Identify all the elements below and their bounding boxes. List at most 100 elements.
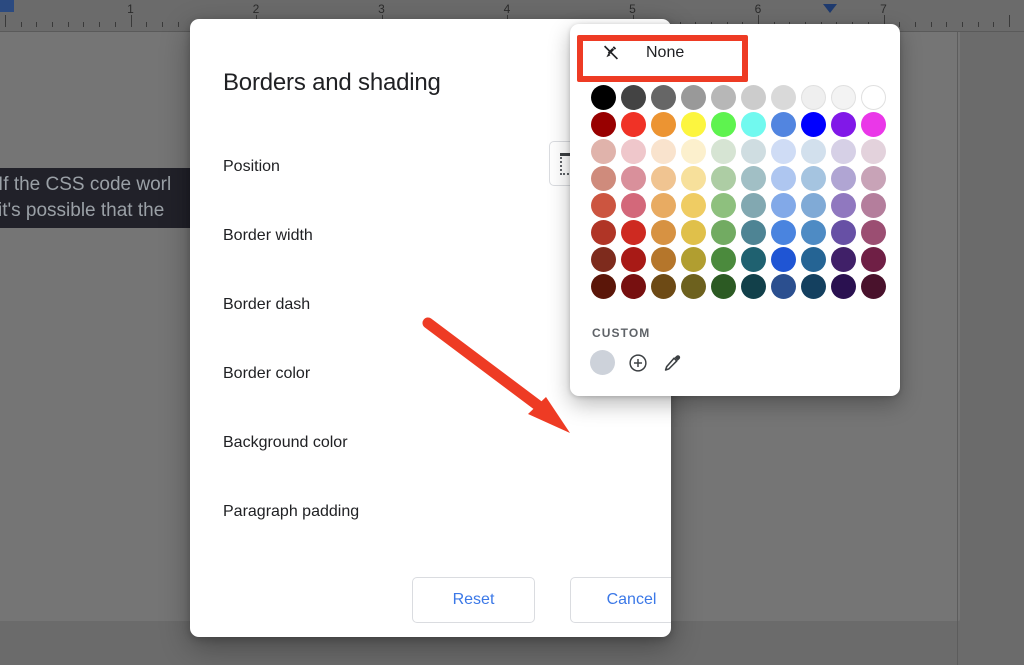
color-swatch-cell[interactable] [618, 84, 648, 111]
color-swatch-cell[interactable] [768, 138, 798, 165]
color-swatch-cell[interactable] [708, 192, 738, 219]
color-swatch[interactable] [801, 220, 826, 245]
color-swatch[interactable] [741, 220, 766, 245]
color-swatch-cell[interactable] [858, 273, 888, 300]
color-swatch[interactable] [651, 247, 676, 272]
color-swatch-cell[interactable] [588, 138, 618, 165]
color-swatch-cell[interactable] [678, 138, 708, 165]
color-swatch[interactable] [681, 112, 706, 137]
color-swatch-cell[interactable] [798, 165, 828, 192]
color-swatch-cell[interactable] [648, 246, 678, 273]
color-swatch-cell[interactable] [738, 246, 768, 273]
cancel-button[interactable]: Cancel [570, 577, 671, 623]
color-swatch[interactable] [831, 85, 856, 110]
color-swatch-cell[interactable] [588, 165, 618, 192]
color-swatch[interactable] [591, 247, 616, 272]
color-swatch[interactable] [861, 85, 886, 110]
color-swatch[interactable] [651, 112, 676, 137]
color-swatch-cell[interactable] [858, 165, 888, 192]
color-swatch-cell[interactable] [678, 219, 708, 246]
color-swatch-cell[interactable] [828, 246, 858, 273]
color-swatch[interactable] [831, 220, 856, 245]
color-swatch-cell[interactable] [618, 246, 648, 273]
color-swatch[interactable] [801, 247, 826, 272]
color-swatch-cell[interactable] [618, 192, 648, 219]
color-swatch[interactable] [711, 247, 736, 272]
color-swatch-cell[interactable] [738, 111, 768, 138]
color-swatch[interactable] [801, 112, 826, 137]
color-swatch-cell[interactable] [648, 138, 678, 165]
color-swatch[interactable] [681, 166, 706, 191]
color-swatch[interactable] [651, 193, 676, 218]
color-swatch-cell[interactable] [828, 84, 858, 111]
color-swatch-cell[interactable] [828, 273, 858, 300]
color-swatch[interactable] [771, 247, 796, 272]
color-swatch-cell[interactable] [828, 219, 858, 246]
color-swatch-cell[interactable] [588, 246, 618, 273]
color-swatch-cell[interactable] [768, 192, 798, 219]
color-swatch[interactable] [831, 139, 856, 164]
color-swatch-cell[interactable] [708, 246, 738, 273]
color-swatch-cell[interactable] [798, 111, 828, 138]
color-swatch-cell[interactable] [768, 111, 798, 138]
color-swatch-cell[interactable] [858, 219, 888, 246]
color-swatch[interactable] [711, 139, 736, 164]
color-swatch[interactable] [621, 193, 646, 218]
color-swatch-cell[interactable] [618, 273, 648, 300]
color-swatch-cell[interactable] [768, 165, 798, 192]
color-swatch[interactable] [741, 247, 766, 272]
color-swatch-cell[interactable] [828, 192, 858, 219]
color-swatch[interactable] [621, 274, 646, 299]
color-swatch[interactable] [801, 193, 826, 218]
color-swatch-cell[interactable] [768, 84, 798, 111]
color-swatch-cell[interactable] [858, 84, 888, 111]
color-swatch-cell[interactable] [858, 111, 888, 138]
color-swatch[interactable] [801, 139, 826, 164]
eyedropper-icon[interactable] [661, 352, 683, 374]
color-swatch-cell[interactable] [648, 84, 678, 111]
color-swatch[interactable] [741, 274, 766, 299]
color-swatch[interactable] [621, 112, 646, 137]
color-swatch[interactable] [741, 139, 766, 164]
left-indent-marker[interactable] [0, 0, 14, 12]
color-swatch[interactable] [591, 139, 616, 164]
color-swatch[interactable] [591, 85, 616, 110]
color-swatch[interactable] [741, 193, 766, 218]
color-swatch[interactable] [621, 139, 646, 164]
color-swatch-cell[interactable] [768, 246, 798, 273]
color-swatch[interactable] [741, 166, 766, 191]
color-swatch[interactable] [861, 193, 886, 218]
color-swatch-cell[interactable] [738, 84, 768, 111]
color-swatch[interactable] [861, 247, 886, 272]
color-swatch[interactable] [711, 220, 736, 245]
reset-button[interactable]: Reset [412, 577, 535, 623]
color-swatch[interactable] [711, 166, 736, 191]
color-swatch[interactable] [771, 193, 796, 218]
color-swatch[interactable] [741, 85, 766, 110]
color-swatch-cell[interactable] [798, 219, 828, 246]
color-swatch[interactable] [831, 112, 856, 137]
color-swatch[interactable] [831, 274, 856, 299]
color-swatch-cell[interactable] [678, 192, 708, 219]
color-swatch-cell[interactable] [768, 219, 798, 246]
color-swatch[interactable] [681, 247, 706, 272]
color-swatch[interactable] [861, 220, 886, 245]
custom-color-swatch[interactable] [590, 350, 615, 375]
color-swatch[interactable] [681, 220, 706, 245]
color-swatch[interactable] [681, 193, 706, 218]
color-swatch-cell[interactable] [648, 192, 678, 219]
color-swatch[interactable] [831, 166, 856, 191]
color-swatch-cell[interactable] [588, 84, 618, 111]
color-swatch[interactable] [801, 166, 826, 191]
color-swatch-cell[interactable] [738, 138, 768, 165]
color-swatch-cell[interactable] [708, 273, 738, 300]
color-swatch-cell[interactable] [858, 246, 888, 273]
color-swatch[interactable] [651, 274, 676, 299]
color-swatch[interactable] [771, 139, 796, 164]
plus-circle-icon[interactable] [627, 352, 649, 374]
color-swatch-cell[interactable] [618, 219, 648, 246]
color-swatch[interactable] [801, 274, 826, 299]
color-swatch[interactable] [651, 166, 676, 191]
color-swatch-cell[interactable] [738, 273, 768, 300]
color-swatch[interactable] [801, 85, 826, 110]
